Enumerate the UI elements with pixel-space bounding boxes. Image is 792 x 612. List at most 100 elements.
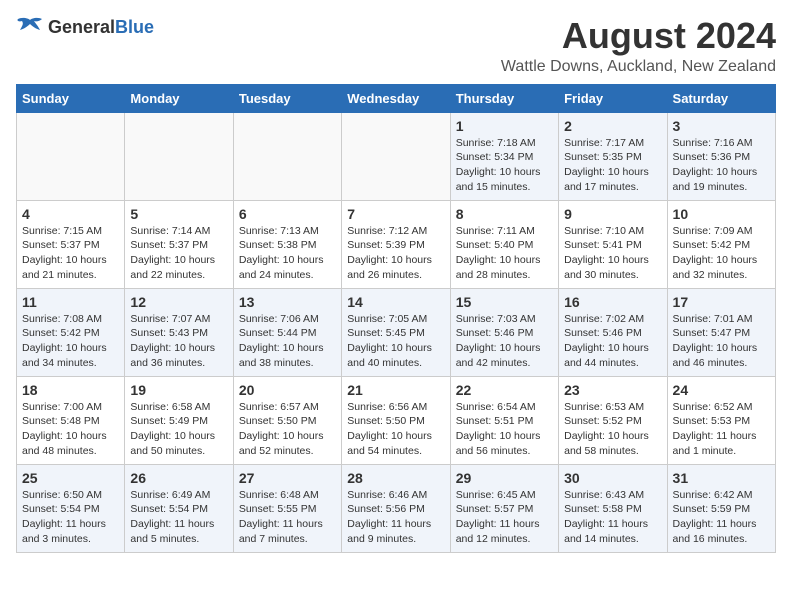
calendar-cell: 6Sunrise: 7:13 AM Sunset: 5:38 PM Daylig… bbox=[233, 200, 341, 288]
calendar-week-row: 18Sunrise: 7:00 AM Sunset: 5:48 PM Dayli… bbox=[17, 376, 776, 464]
calendar-cell: 20 Sunrise: 6:57 AM Sunset: 5:50 PM Dayli… bbox=[233, 376, 341, 464]
day-number: 17 bbox=[673, 294, 770, 310]
calendar-cell: 29 Sunrise: 6:45 AM Sunset: 5:57 PM Dayli… bbox=[450, 464, 558, 552]
day-number: 20 bbox=[239, 382, 336, 398]
day-info: Sunrise: 6:50 AM Sunset: 5:54 PM Dayligh… bbox=[22, 488, 119, 547]
calendar-cell: 15Sunrise: 7:03 AM Sunset: 5:46 PM Dayli… bbox=[450, 288, 558, 376]
calendar-cell: 5Sunrise: 7:14 AM Sunset: 5:37 PM Daylig… bbox=[125, 200, 233, 288]
day-info: Sunrise: 7:06 AM Sunset: 5:44 PM Dayligh… bbox=[239, 312, 336, 371]
col-thursday: Thursday bbox=[450, 84, 558, 112]
day-number: 9 bbox=[564, 206, 661, 222]
logo-icon bbox=[16, 16, 44, 38]
calendar-week-row: 25Sunrise: 6:50 AM Sunset: 5:54 PM Dayli… bbox=[17, 464, 776, 552]
day-number: 6 bbox=[239, 206, 336, 222]
day-info: Sunrise: 7:18 AM Sunset: 5:34 PM Dayligh… bbox=[456, 136, 553, 195]
col-friday: Friday bbox=[559, 84, 667, 112]
day-info: Sunrise: 7:07 AM Sunset: 5:43 PM Dayligh… bbox=[130, 312, 227, 371]
logo: GeneralBlue bbox=[16, 16, 154, 38]
calendar-cell: 19 Sunrise: 6:58 AM Sunset: 5:49 PM Dayli… bbox=[125, 376, 233, 464]
calendar-cell: 27 Sunrise: 6:48 AM Sunset: 5:55 PM Dayli… bbox=[233, 464, 341, 552]
calendar-cell: 13 Sunrise: 7:06 AM Sunset: 5:44 PM Dayli… bbox=[233, 288, 341, 376]
calendar-cell: 3 Sunrise: 7:16 AM Sunset: 5:36 PM Daylig… bbox=[667, 112, 775, 200]
day-info: Sunrise: 7:12 AM Sunset: 5:39 PM Dayligh… bbox=[347, 224, 444, 283]
day-info: Sunrise: 7:15 AM Sunset: 5:37 PM Dayligh… bbox=[22, 224, 119, 283]
calendar-cell: 30Sunrise: 6:43 AM Sunset: 5:58 PM Dayli… bbox=[559, 464, 667, 552]
day-number: 24 bbox=[673, 382, 770, 398]
calendar-cell: 14Sunrise: 7:05 AM Sunset: 5:45 PM Dayli… bbox=[342, 288, 450, 376]
calendar-cell: 26 Sunrise: 6:49 AM Sunset: 5:54 PM Dayli… bbox=[125, 464, 233, 552]
calendar-cell: 8Sunrise: 7:11 AM Sunset: 5:40 PM Daylig… bbox=[450, 200, 558, 288]
day-number: 19 bbox=[130, 382, 227, 398]
day-info: Sunrise: 7:09 AM Sunset: 5:42 PM Dayligh… bbox=[673, 224, 770, 283]
calendar-cell bbox=[17, 112, 125, 200]
calendar-cell: 4 Sunrise: 7:15 AM Sunset: 5:37 PM Daylig… bbox=[17, 200, 125, 288]
day-info: Sunrise: 7:02 AM Sunset: 5:46 PM Dayligh… bbox=[564, 312, 661, 371]
day-number: 15 bbox=[456, 294, 553, 310]
calendar-cell: 18Sunrise: 7:00 AM Sunset: 5:48 PM Dayli… bbox=[17, 376, 125, 464]
calendar-cell: 28Sunrise: 6:46 AM Sunset: 5:56 PM Dayli… bbox=[342, 464, 450, 552]
col-monday: Monday bbox=[125, 84, 233, 112]
main-title: August 2024 bbox=[501, 16, 776, 56]
page-header: GeneralBlue August 2024 Wattle Downs, Au… bbox=[16, 16, 776, 76]
calendar-cell: 31 Sunrise: 6:42 AM Sunset: 5:59 PM Dayli… bbox=[667, 464, 775, 552]
day-number: 13 bbox=[239, 294, 336, 310]
day-info: Sunrise: 7:08 AM Sunset: 5:42 PM Dayligh… bbox=[22, 312, 119, 371]
calendar-body: 1 Sunrise: 7:18 AM Sunset: 5:34 PM Daylig… bbox=[17, 112, 776, 552]
col-wednesday: Wednesday bbox=[342, 84, 450, 112]
calendar-table: Sunday Monday Tuesday Wednesday Thursday… bbox=[16, 84, 776, 553]
day-number: 12 bbox=[130, 294, 227, 310]
calendar-cell: 11Sunrise: 7:08 AM Sunset: 5:42 PM Dayli… bbox=[17, 288, 125, 376]
calendar-cell: 22Sunrise: 6:54 AM Sunset: 5:51 PM Dayli… bbox=[450, 376, 558, 464]
calendar-week-row: 11Sunrise: 7:08 AM Sunset: 5:42 PM Dayli… bbox=[17, 288, 776, 376]
day-number: 7 bbox=[347, 206, 444, 222]
day-number: 21 bbox=[347, 382, 444, 398]
calendar-week-row: 4 Sunrise: 7:15 AM Sunset: 5:37 PM Daylig… bbox=[17, 200, 776, 288]
day-number: 4 bbox=[22, 206, 119, 222]
day-number: 27 bbox=[239, 470, 336, 486]
col-tuesday: Tuesday bbox=[233, 84, 341, 112]
day-info: Sunrise: 6:52 AM Sunset: 5:53 PM Dayligh… bbox=[673, 400, 770, 459]
calendar-week-row: 1 Sunrise: 7:18 AM Sunset: 5:34 PM Daylig… bbox=[17, 112, 776, 200]
calendar-cell: 17 Sunrise: 7:01 AM Sunset: 5:47 PM Dayli… bbox=[667, 288, 775, 376]
day-info: Sunrise: 6:45 AM Sunset: 5:57 PM Dayligh… bbox=[456, 488, 553, 547]
calendar-cell: 12 Sunrise: 7:07 AM Sunset: 5:43 PM Dayli… bbox=[125, 288, 233, 376]
day-number: 8 bbox=[456, 206, 553, 222]
day-number: 10 bbox=[673, 206, 770, 222]
subtitle: Wattle Downs, Auckland, New Zealand bbox=[501, 58, 776, 76]
logo-blue: Blue bbox=[115, 17, 154, 37]
calendar-cell: 1 Sunrise: 7:18 AM Sunset: 5:34 PM Daylig… bbox=[450, 112, 558, 200]
calendar-cell bbox=[342, 112, 450, 200]
day-number: 18 bbox=[22, 382, 119, 398]
day-info: Sunrise: 7:16 AM Sunset: 5:36 PM Dayligh… bbox=[673, 136, 770, 195]
calendar-cell: 10 Sunrise: 7:09 AM Sunset: 5:42 PM Dayli… bbox=[667, 200, 775, 288]
day-info: Sunrise: 7:01 AM Sunset: 5:47 PM Dayligh… bbox=[673, 312, 770, 371]
day-info: Sunrise: 6:42 AM Sunset: 5:59 PM Dayligh… bbox=[673, 488, 770, 547]
title-section: August 2024 Wattle Downs, Auckland, New … bbox=[501, 16, 776, 76]
day-number: 3 bbox=[673, 118, 770, 134]
day-number: 16 bbox=[564, 294, 661, 310]
day-number: 31 bbox=[673, 470, 770, 486]
day-info: Sunrise: 6:56 AM Sunset: 5:50 PM Dayligh… bbox=[347, 400, 444, 459]
day-info: Sunrise: 6:58 AM Sunset: 5:49 PM Dayligh… bbox=[130, 400, 227, 459]
day-info: Sunrise: 7:05 AM Sunset: 5:45 PM Dayligh… bbox=[347, 312, 444, 371]
calendar-cell: 21 Sunrise: 6:56 AM Sunset: 5:50 PM Dayli… bbox=[342, 376, 450, 464]
day-number: 1 bbox=[456, 118, 553, 134]
calendar-cell: 23 Sunrise: 6:53 AM Sunset: 5:52 PM Dayli… bbox=[559, 376, 667, 464]
calendar-cell: 16 Sunrise: 7:02 AM Sunset: 5:46 PM Dayli… bbox=[559, 288, 667, 376]
day-info: Sunrise: 6:49 AM Sunset: 5:54 PM Dayligh… bbox=[130, 488, 227, 547]
logo-general: General bbox=[48, 17, 115, 37]
day-info: Sunrise: 7:14 AM Sunset: 5:37 PM Dayligh… bbox=[130, 224, 227, 283]
col-saturday: Saturday bbox=[667, 84, 775, 112]
day-info: Sunrise: 6:53 AM Sunset: 5:52 PM Dayligh… bbox=[564, 400, 661, 459]
day-number: 23 bbox=[564, 382, 661, 398]
day-info: Sunrise: 6:54 AM Sunset: 5:51 PM Dayligh… bbox=[456, 400, 553, 459]
day-number: 26 bbox=[130, 470, 227, 486]
calendar-header-row: Sunday Monday Tuesday Wednesday Thursday… bbox=[17, 84, 776, 112]
day-info: Sunrise: 6:57 AM Sunset: 5:50 PM Dayligh… bbox=[239, 400, 336, 459]
day-number: 29 bbox=[456, 470, 553, 486]
day-info: Sunrise: 6:43 AM Sunset: 5:58 PM Dayligh… bbox=[564, 488, 661, 547]
calendar-cell: 25Sunrise: 6:50 AM Sunset: 5:54 PM Dayli… bbox=[17, 464, 125, 552]
day-number: 28 bbox=[347, 470, 444, 486]
calendar-cell: 2Sunrise: 7:17 AM Sunset: 5:35 PM Daylig… bbox=[559, 112, 667, 200]
day-info: Sunrise: 6:48 AM Sunset: 5:55 PM Dayligh… bbox=[239, 488, 336, 547]
